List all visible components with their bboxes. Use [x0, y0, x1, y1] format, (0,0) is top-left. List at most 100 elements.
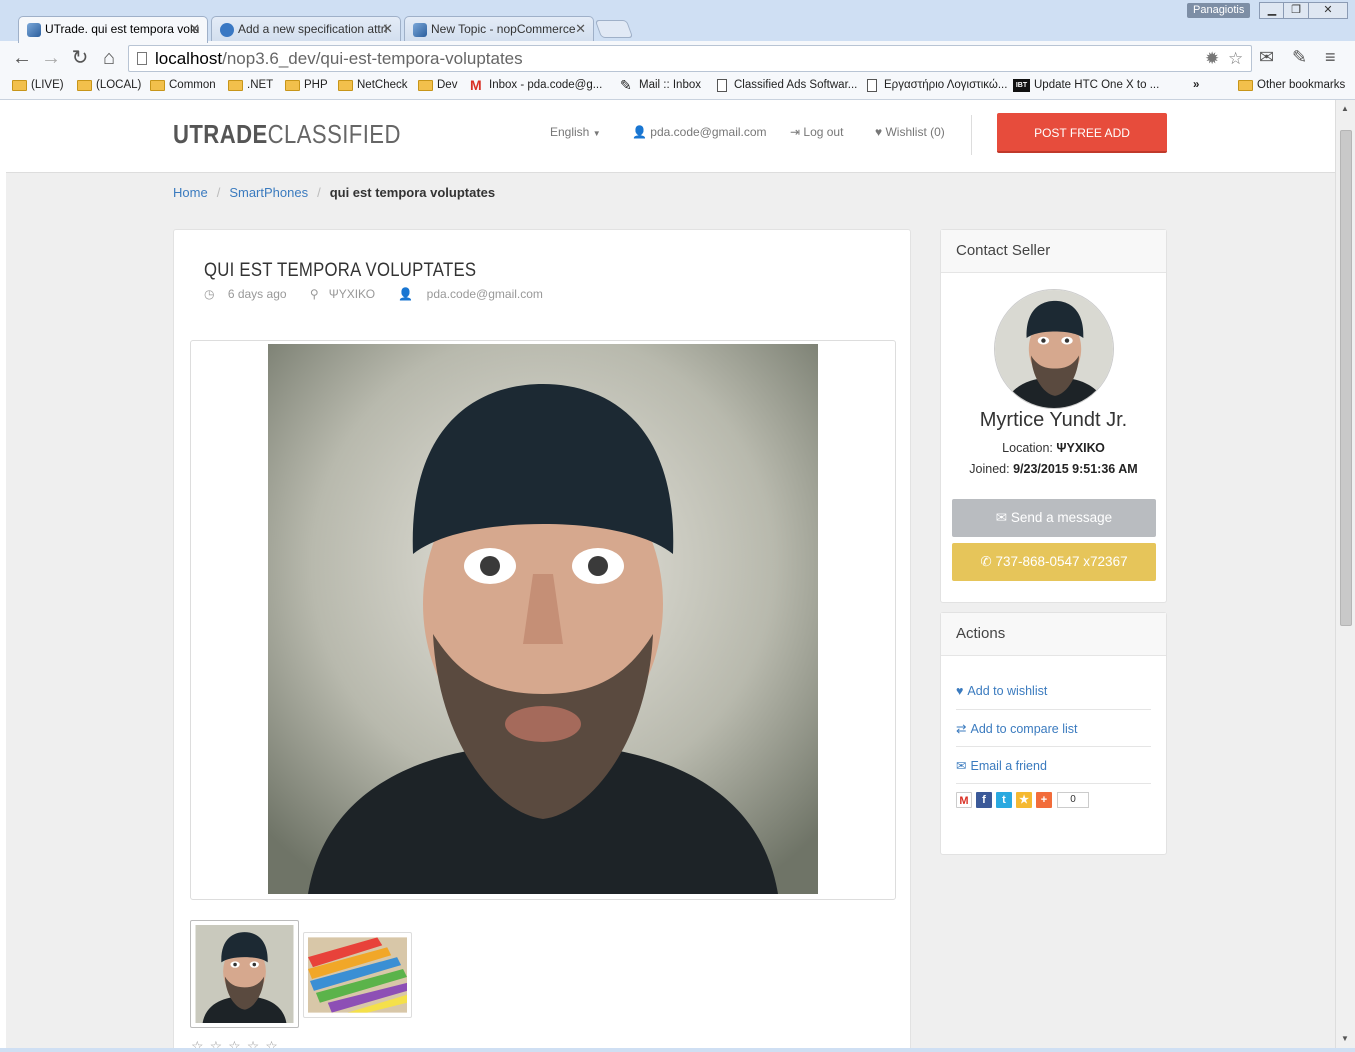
breadcrumb: Home / SmartPhones / qui est tempora volupta…: [173, 185, 495, 200]
maximize-button[interactable]: ❐: [1283, 2, 1309, 19]
bookmark-item[interactable]: NetCheck: [338, 79, 408, 91]
folder-icon: [150, 80, 165, 91]
tab-title: UTrade. qui est tempora volu: [45, 22, 200, 36]
user-icon: 👤: [398, 287, 414, 301]
window-bottom-border: [0, 1048, 1355, 1052]
other-bookmarks[interactable]: Other bookmarks: [1238, 79, 1345, 91]
bookmarks-overflow-button[interactable]: »: [1193, 79, 1199, 91]
folder-icon: [338, 80, 353, 91]
folder-icon: [12, 80, 27, 91]
site-favicon-icon: [413, 23, 427, 37]
scrollbar-thumb[interactable]: [1340, 130, 1352, 626]
bookmark-item[interactable]: Common: [150, 79, 216, 91]
bookmark-item[interactable]: (LOCAL): [77, 79, 141, 91]
thumbnail-2[interactable]: [303, 932, 412, 1018]
site-header: UTRADECLASSIFIED English ▼ 👤 pda.code@gm…: [6, 100, 1335, 173]
browser-chrome: UTrade. qui est tempora volu ✕ Add a new…: [0, 0, 1355, 100]
gmail-icon: M: [470, 77, 482, 93]
address-bar[interactable]: localhost/nop3.6_dev/qui-est-tempora-vol…: [128, 45, 1252, 72]
bookmark-item[interactable]: .NET: [228, 79, 273, 91]
new-tab-button[interactable]: [594, 20, 634, 38]
bookmark-item[interactable]: IBT Update HTC One X to ...: [1013, 79, 1159, 92]
profile-name[interactable]: Panagiotis: [1187, 3, 1251, 18]
close-icon[interactable]: ✕: [189, 21, 200, 37]
favorite-share-icon[interactable]: ★: [1016, 792, 1032, 808]
window-close-button[interactable]: ✕: [1308, 2, 1348, 19]
account-link[interactable]: 👤 pda.code@gmail.com: [632, 125, 767, 139]
send-message-button[interactable]: ✉ Send a message: [952, 499, 1156, 537]
breadcrumb-home[interactable]: Home: [173, 185, 208, 200]
tab-strip: UTrade. qui est tempora volu ✕ Add a new…: [0, 0, 1355, 43]
site-favicon-icon: [27, 23, 41, 37]
post-free-add-button[interactable]: POST FREE ADD: [997, 113, 1167, 153]
heart-icon: ♥: [956, 684, 964, 698]
bookmark-item[interactable]: Dev: [418, 79, 457, 91]
phone-icon: ✆: [980, 554, 992, 569]
gmail-share-icon[interactable]: M: [956, 792, 972, 808]
page-scrollbar[interactable]: ▲ ▼: [1335, 100, 1355, 1048]
scroll-down-icon[interactable]: ▼: [1341, 1034, 1349, 1043]
thumbnail-1[interactable]: [190, 920, 299, 1028]
bookmark-item[interactable]: Εργαστήριο Λογιστικώ...: [865, 79, 1007, 92]
envelope-icon: ✉: [995, 510, 1008, 525]
menu-icon[interactable]: ≡: [1325, 47, 1336, 68]
product-location: ⚲ ΨΥΧΙΚΟ: [309, 287, 376, 301]
folder-icon: [77, 80, 92, 91]
actions-card: Actions ♥ Add to wishlist ⇄ Add to compare…: [940, 612, 1167, 855]
page-icon: [137, 52, 147, 65]
home-icon[interactable]: ⌂: [97, 47, 121, 69]
breadcrumb-category[interactable]: SmartPhones: [229, 185, 308, 200]
bookmark-item[interactable]: (LIVE): [12, 79, 64, 91]
close-icon[interactable]: ✕: [575, 21, 586, 37]
scroll-up-icon[interactable]: ▲: [1341, 104, 1349, 113]
map-marker-icon: ⚲: [309, 287, 319, 301]
twitter-share-icon[interactable]: t: [996, 792, 1012, 808]
reload-icon[interactable]: ↻: [68, 47, 92, 69]
folder-icon: [1238, 80, 1253, 91]
bookmark-item[interactable]: Classified Ads Softwar...: [715, 79, 857, 92]
bookmark-item[interactable]: ✎ Mail :: Inbox: [620, 77, 701, 93]
bookmark-star-icon[interactable]: ☆: [1228, 49, 1243, 69]
ibt-icon: IBT: [1013, 79, 1030, 92]
minimize-button[interactable]: ▁: [1259, 2, 1285, 19]
star-icon: ☆: [191, 1038, 210, 1048]
back-icon[interactable]: ←: [10, 47, 34, 69]
add-to-compare-link[interactable]: ⇄ Add to compare list: [956, 710, 1151, 747]
add-to-wishlist-link[interactable]: ♥ Add to wishlist: [956, 673, 1151, 710]
sign-out-icon: ⇥: [790, 125, 801, 139]
wishlist-link[interactable]: ♥ Wishlist (0): [875, 125, 945, 139]
bookmark-item[interactable]: PHP: [285, 79, 328, 91]
browser-tab[interactable]: Add a new specification attri ✕: [211, 16, 401, 42]
thumbnail-portrait-image: [195, 925, 294, 1023]
web-page: UTRADECLASSIFIED English ▼ 👤 pda.code@gm…: [6, 100, 1335, 1048]
facebook-share-icon[interactable]: f: [976, 792, 992, 808]
product-photo[interactable]: [268, 344, 818, 894]
logout-link[interactable]: ⇥ Log out: [790, 125, 843, 139]
site-logo[interactable]: UTRADECLASSIFIED: [173, 119, 401, 150]
header-divider: [971, 115, 972, 155]
breadcrumb-separator: /: [216, 185, 221, 200]
addthis-plus-icon[interactable]: +: [1036, 792, 1052, 808]
close-icon[interactable]: ✕: [382, 21, 393, 37]
language-dropdown[interactable]: English ▼: [550, 125, 601, 139]
seller-avatar-image: [995, 290, 1113, 408]
browser-tab[interactable]: New Topic - nopCommerce ✕: [404, 16, 594, 42]
page-icon: [867, 79, 877, 92]
page-title: QUI EST TEMPORA VOLUPTATES: [204, 260, 477, 281]
email-a-friend-link[interactable]: ✉ Email a friend: [956, 747, 1151, 784]
main-image-frame: [190, 340, 896, 900]
product-card: QUI EST TEMPORA VOLUPTATES ◷ 6 days ago …: [173, 229, 911, 1048]
eyedropper-icon[interactable]: ✎: [1292, 47, 1307, 68]
phone-button[interactable]: ✆ 737-868-0547 x72367: [952, 543, 1156, 581]
seller-location: Location: ΨΥΧΙΚΟ: [1002, 441, 1105, 455]
extension-gear-icon[interactable]: ✹: [1205, 49, 1219, 69]
caret-down-icon: ▼: [592, 129, 601, 138]
posted-time: ◷ 6 days ago: [204, 287, 287, 301]
browser-tab-active[interactable]: UTrade. qui est tempora volu ✕: [18, 16, 208, 43]
bookmark-item[interactable]: M Inbox - pda.code@g...: [470, 77, 602, 93]
forward-icon[interactable]: →: [39, 47, 63, 69]
share-count: 0: [1057, 792, 1089, 808]
url-text[interactable]: localhost/nop3.6_dev/qui-est-tempora-vol…: [155, 49, 523, 69]
tab-title: New Topic - nopCommerce: [431, 22, 576, 36]
mail-icon[interactable]: ✉: [1259, 47, 1274, 68]
